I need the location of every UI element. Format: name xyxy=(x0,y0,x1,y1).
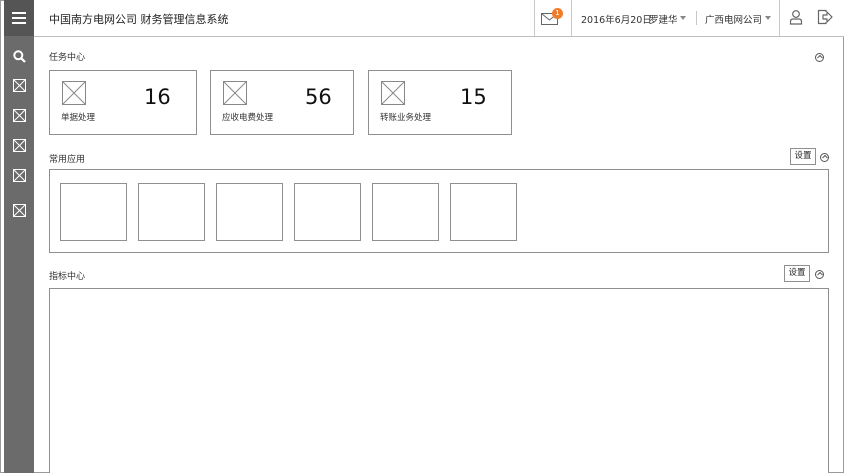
sidebar-item-4[interactable] xyxy=(11,167,27,183)
image-placeholder-icon xyxy=(62,81,86,105)
image-placeholder-icon xyxy=(12,203,26,217)
common-apps-title: 常用应用 xyxy=(49,155,86,165)
collapse-icon[interactable] xyxy=(815,270,824,279)
current-date: 2016年6月20日 xyxy=(581,15,652,26)
menu-icon xyxy=(12,12,26,24)
menu-button[interactable] xyxy=(4,0,34,36)
indicator-center-title: 指标中心 xyxy=(49,272,86,282)
app-tile[interactable] xyxy=(372,183,439,241)
chevron-down-icon[interactable] xyxy=(680,16,686,20)
divider xyxy=(534,0,535,36)
task-label: 单据处理 xyxy=(61,113,96,123)
logout-icon[interactable] xyxy=(817,9,833,25)
image-placeholder-icon xyxy=(12,78,26,92)
indicator-panel xyxy=(49,288,829,473)
chevron-down-icon[interactable] xyxy=(765,16,771,20)
app-title: 中国南方电网公司 财务管理信息系统 xyxy=(49,13,229,26)
common-apps-panel xyxy=(49,169,829,253)
task-label: 应收电费处理 xyxy=(222,113,274,123)
task-count: 15 xyxy=(460,85,487,109)
task-count: 16 xyxy=(144,85,171,109)
image-placeholder-icon xyxy=(381,81,405,105)
image-placeholder-icon xyxy=(12,138,26,152)
user-icon[interactable] xyxy=(788,9,804,25)
app-tile[interactable] xyxy=(294,183,361,241)
app-tile[interactable] xyxy=(138,183,205,241)
app-tile[interactable] xyxy=(216,183,283,241)
sidebar-item-2[interactable] xyxy=(11,107,27,123)
task-label: 转账业务处理 xyxy=(380,113,432,123)
sidebar-item-1[interactable] xyxy=(11,77,27,93)
sidebar-item-5[interactable] xyxy=(11,202,27,218)
image-placeholder-icon xyxy=(12,108,26,122)
task-card-transfers[interactable]: 15 转账业务处理 xyxy=(368,70,512,135)
sidebar-search[interactable] xyxy=(11,48,27,64)
image-placeholder-icon xyxy=(12,168,26,182)
collapse-icon[interactable] xyxy=(815,53,824,62)
app-tile[interactable] xyxy=(450,183,517,241)
user-name[interactable]: 罗建华 xyxy=(649,12,678,26)
app-tile[interactable] xyxy=(60,183,127,241)
task-center-title: 任务中心 xyxy=(49,53,86,63)
divider xyxy=(571,0,572,36)
task-card-receivables[interactable]: 56 应收电费处理 xyxy=(210,70,354,135)
task-count: 56 xyxy=(305,85,332,109)
collapse-icon[interactable] xyxy=(820,153,829,162)
task-card-documents[interactable]: 16 单据处理 xyxy=(49,70,197,135)
image-placeholder-icon xyxy=(223,81,247,105)
top-header: 中国南方电网公司 财务管理信息系统 1 2016年6月20日 罗建华 广西电网公… xyxy=(34,0,844,37)
common-apps-settings-button[interactable]: 设置 xyxy=(790,148,816,165)
sidebar xyxy=(4,0,34,473)
divider xyxy=(779,0,780,36)
indicator-settings-button[interactable]: 设置 xyxy=(784,265,810,282)
search-icon xyxy=(12,49,26,63)
divider xyxy=(696,11,697,25)
org-selector[interactable]: 广西电网公司 xyxy=(705,12,762,26)
sidebar-item-3[interactable] xyxy=(11,137,27,153)
mail-badge: 1 xyxy=(552,8,563,19)
